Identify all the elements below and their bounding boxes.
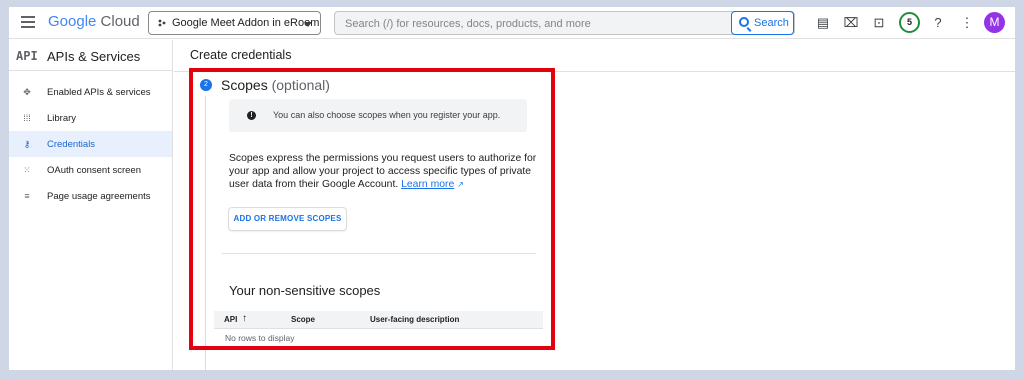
stepper-line [205, 96, 206, 370]
cloud-shell-icon[interactable]: ⊡ [871, 15, 887, 31]
search-bar[interactable]: Search (/) for resources, docs, products… [334, 11, 795, 35]
menu-icon[interactable] [21, 16, 35, 28]
step-optional: (optional) [271, 77, 330, 93]
search-icon [739, 17, 749, 27]
step-title-text: Scopes [221, 77, 268, 93]
column-api[interactable]: API [224, 315, 237, 324]
column-scope: Scope [291, 315, 316, 324]
key-icon: ⚷ [23, 139, 31, 149]
chevron-down-icon [304, 22, 312, 27]
sidebar-item-enabled-apis[interactable]: ✥ Enabled APIs & services [9, 79, 172, 105]
search-button-label: Search [754, 17, 789, 29]
more-vert-icon[interactable]: ⋮ [959, 15, 975, 31]
table-header: API ↑ Scope User-facing description [214, 311, 543, 328]
project-name: Google Meet Addon in eRoom [172, 17, 320, 29]
sidebar-item-label: OAuth consent screen [47, 165, 141, 176]
avatar[interactable]: M [984, 12, 1005, 33]
settings-list-icon: ≡ [24, 191, 30, 201]
sidebar-item-credentials[interactable]: ⚷ Credentials [9, 131, 172, 157]
dots-grid-icon: ⁙ [23, 165, 31, 175]
api-icon: API [16, 49, 38, 63]
scopes-table: API ↑ Scope User-facing description No r… [214, 311, 543, 346]
external-link-icon: ↗ [457, 180, 464, 189]
add-remove-scopes-button[interactable]: ADD OR REMOVE SCOPES [229, 208, 346, 230]
sidebar-item-page-usage[interactable]: ≡ Page usage agreements [9, 183, 172, 209]
help-icon[interactable]: ? [930, 15, 946, 31]
sidebar-item-label: Library [47, 113, 77, 124]
column-user-facing-description: User-facing description [370, 315, 460, 324]
search-input[interactable]: Search (/) for resources, docs, products… [345, 18, 591, 30]
learn-more-link[interactable]: Learn more [401, 179, 454, 190]
sidebar: API APIs & Services ✥ Enabled APIs & ser… [9, 40, 173, 370]
sidebar-item-label: Credentials [47, 139, 96, 150]
sidebar-title: APIs & Services [47, 49, 141, 64]
project-selector[interactable]: Google Meet Addon in eRoom [148, 11, 321, 35]
scopes-description: Scopes express the permissions you reque… [229, 152, 549, 191]
sort-arrow-icon[interactable]: ↑ [242, 313, 247, 324]
google-cloud-logo[interactable]: Google Cloud [48, 13, 140, 30]
info-icon: ! [247, 111, 256, 120]
sidebar-header: API APIs & Services [9, 40, 172, 71]
project-icon [158, 19, 166, 27]
logo-cloud: Cloud [100, 13, 140, 30]
description-text: Scopes express the permissions you reque… [229, 153, 537, 190]
main-content: Create credentials 2 Scopes (optional) !… [174, 40, 1015, 370]
notes-icon[interactable]: ▤ [815, 15, 831, 31]
step-title[interactable]: Scopes (optional) [221, 77, 330, 93]
step-number: 2 [200, 79, 212, 91]
page-title: Create credentials [190, 48, 292, 62]
sidebar-item-oauth-consent[interactable]: ⁙ OAuth consent screen [9, 157, 172, 183]
sidebar-item-library[interactable]: ⁞⁞⁞ Library [9, 105, 172, 131]
title-divider [174, 71, 1015, 72]
sidebar-item-label: Enabled APIs & services [47, 87, 151, 98]
empty-text: No rows to display [225, 333, 295, 343]
search-button[interactable]: Search [731, 11, 794, 35]
table-empty-row: No rows to display [214, 328, 543, 346]
console-window: Google Cloud Google Meet Addon in eRoom … [9, 7, 1015, 370]
info-text: You can also choose scopes when you regi… [273, 110, 501, 120]
diamond-arrows-icon: ✥ [23, 87, 31, 97]
sidebar-item-label: Page usage agreements [47, 191, 151, 202]
library-icon: ⁞⁞⁞ [23, 113, 31, 123]
gift-icon[interactable]: ⌧ [843, 15, 859, 31]
section-divider [222, 253, 536, 254]
nonsensitive-scopes-title: Your non-sensitive scopes [229, 283, 381, 298]
info-banner: ! You can also choose scopes when you re… [229, 99, 527, 132]
notification-badge[interactable]: 5 [899, 12, 920, 33]
top-bar: Google Cloud Google Meet Addon in eRoom … [9, 7, 1015, 39]
logo-google: Google [48, 13, 97, 30]
